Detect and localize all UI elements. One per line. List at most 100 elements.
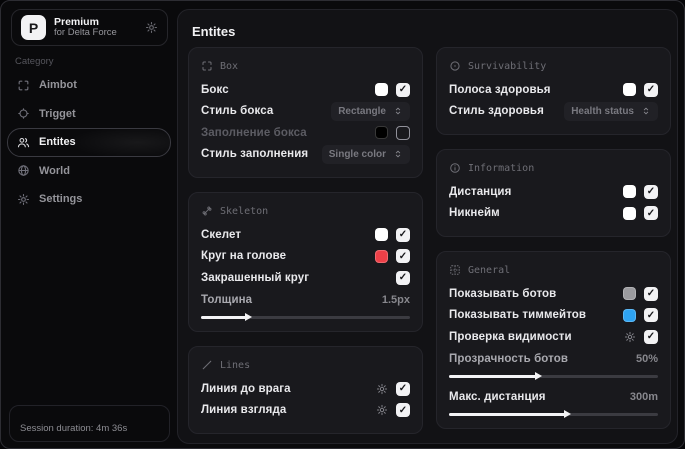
app-logo: P [21,15,46,40]
setting-label: Стиль заполнения [201,148,309,161]
panel-header: Information [468,162,535,174]
setting-row: Проверка видимости [449,326,658,348]
setting-row: Заполнение бокса [201,122,410,144]
setting-label: Бокс [201,83,229,96]
setting-label: Толщина [201,294,253,307]
setting-label: Никнейм [449,207,500,220]
slider-value: 1.5px [381,294,410,307]
gear-icon[interactable] [624,331,636,343]
slider-thumb[interactable] [534,372,542,380]
health-style-dropdown[interactable]: Health status [564,101,658,121]
sidebar-item-aimbot[interactable]: Aimbot [7,71,171,100]
line-icon [202,360,212,370]
setting-row: Скелет [201,224,410,246]
setting-row: Линия до врага [201,378,410,400]
setting-label: Линия взгляда [201,404,287,417]
setting-row: Показывать тиммейтов [449,305,658,327]
slider-value: 300m [629,390,658,403]
category-label: Category [15,56,54,67]
sidebar-item-label: Settings [39,193,83,206]
setting-row: Полоса здоровья [449,79,658,101]
panel-information: Information Дистанция Никнейм [436,149,671,237]
app-subtitle: for Delta Force [54,27,117,39]
sidebar-item-world[interactable]: World [7,157,171,186]
slider-value: 50% [635,353,658,366]
panel-header: Box [220,60,239,72]
color-swatch[interactable] [623,83,636,97]
color-swatch[interactable] [623,308,636,322]
slider-thumb[interactable] [564,409,572,418]
color-swatch[interactable] [623,185,636,199]
fill-style-dropdown[interactable]: Single color [321,144,410,164]
gear-icon[interactable] [376,383,388,395]
panel-lines: Lines Линия до врага Линия взгляда [188,346,423,434]
dropdown-value: Rectangle [338,105,386,117]
setting-label: Скелет [201,228,242,241]
max-distance-slider[interactable] [449,409,658,418]
gear-icon[interactable] [376,404,388,416]
checkbox[interactable] [644,308,658,323]
dropdown-value: Health status [571,105,634,117]
setting-label: Стиль бокса [201,105,274,118]
page-title: Entites [192,24,236,39]
slider-row: Макс. дистанция 300m [449,386,658,418]
sidebar-item-entites[interactable]: Entites [7,128,171,157]
color-swatch[interactable] [375,126,388,140]
info-icon [450,163,460,173]
color-swatch[interactable] [375,249,388,263]
session-duration-text: Session duration: 4m 36s [20,423,128,434]
panel-header: General [468,264,511,276]
sidebar-item-label: Aimbot [39,79,77,92]
sidebar: P Premium for Delta Force Category Aimbo… [1,1,177,448]
checkbox[interactable] [644,329,658,344]
brand-card: P Premium for Delta Force [11,9,168,46]
checkbox[interactable] [644,206,658,221]
users-icon [17,137,30,148]
column-right: Survivability Полоса здоровья Стиль здор… [436,47,671,429]
checkbox[interactable] [396,249,410,264]
checkbox[interactable] [396,381,410,396]
checkbox[interactable] [396,82,410,97]
sidebar-item-trigget[interactable]: Trigget [7,100,171,129]
slider-row: Толщина 1.5px [201,290,410,321]
grid-icon [450,265,460,275]
checkbox[interactable] [396,125,410,140]
color-swatch[interactable] [623,287,636,301]
setting-label: Показывать ботов [449,287,557,300]
setting-label: Заполнение бокса [201,126,307,139]
setting-label: Макс. дистанция [449,390,546,403]
color-swatch[interactable] [623,206,636,220]
checkbox[interactable] [644,184,658,199]
chevron-up-down-icon [643,107,649,115]
panel-general: General Показывать ботов Показывать тимм… [436,251,671,429]
thickness-slider[interactable] [201,313,410,321]
checkbox[interactable] [396,403,410,418]
setting-row: Круг на голове [201,246,410,268]
globe-icon [18,165,29,176]
gear-icon[interactable] [145,21,158,34]
color-swatch[interactable] [375,228,388,242]
slider-row: Прозрачность ботов 50% [449,349,658,380]
color-swatch[interactable] [375,83,388,97]
sidebar-item-settings[interactable]: Settings [7,185,171,214]
chevron-up-down-icon [395,150,401,158]
scan-frame-icon [202,61,212,71]
checkbox[interactable] [396,227,410,242]
setting-row: Никнейм [449,203,658,225]
main-panel: Entites Box Бокс Стиль бокса [177,9,678,444]
panel-box: Box Бокс Стиль бокса Rectangle [188,47,423,178]
box-style-dropdown[interactable]: Rectangle [331,101,410,121]
checkbox[interactable] [396,270,410,285]
bot-opacity-slider[interactable] [449,372,658,380]
setting-row: Стиль бокса Rectangle [201,101,410,123]
session-duration-box: Session duration: 4m 36s [9,405,170,442]
slider-thumb[interactable] [245,313,253,321]
checkbox[interactable] [644,286,658,301]
setting-row: Стиль здоровья Health status [449,101,658,123]
setting-row: Стиль заполнения Single color [201,144,410,166]
chevron-up-down-icon [395,107,401,115]
setting-label: Прозрачность ботов [449,353,569,366]
setting-row: Закрашенный круг [201,267,410,289]
app-window: P Premium for Delta Force Category Aimbo… [0,0,685,449]
checkbox[interactable] [644,82,658,97]
